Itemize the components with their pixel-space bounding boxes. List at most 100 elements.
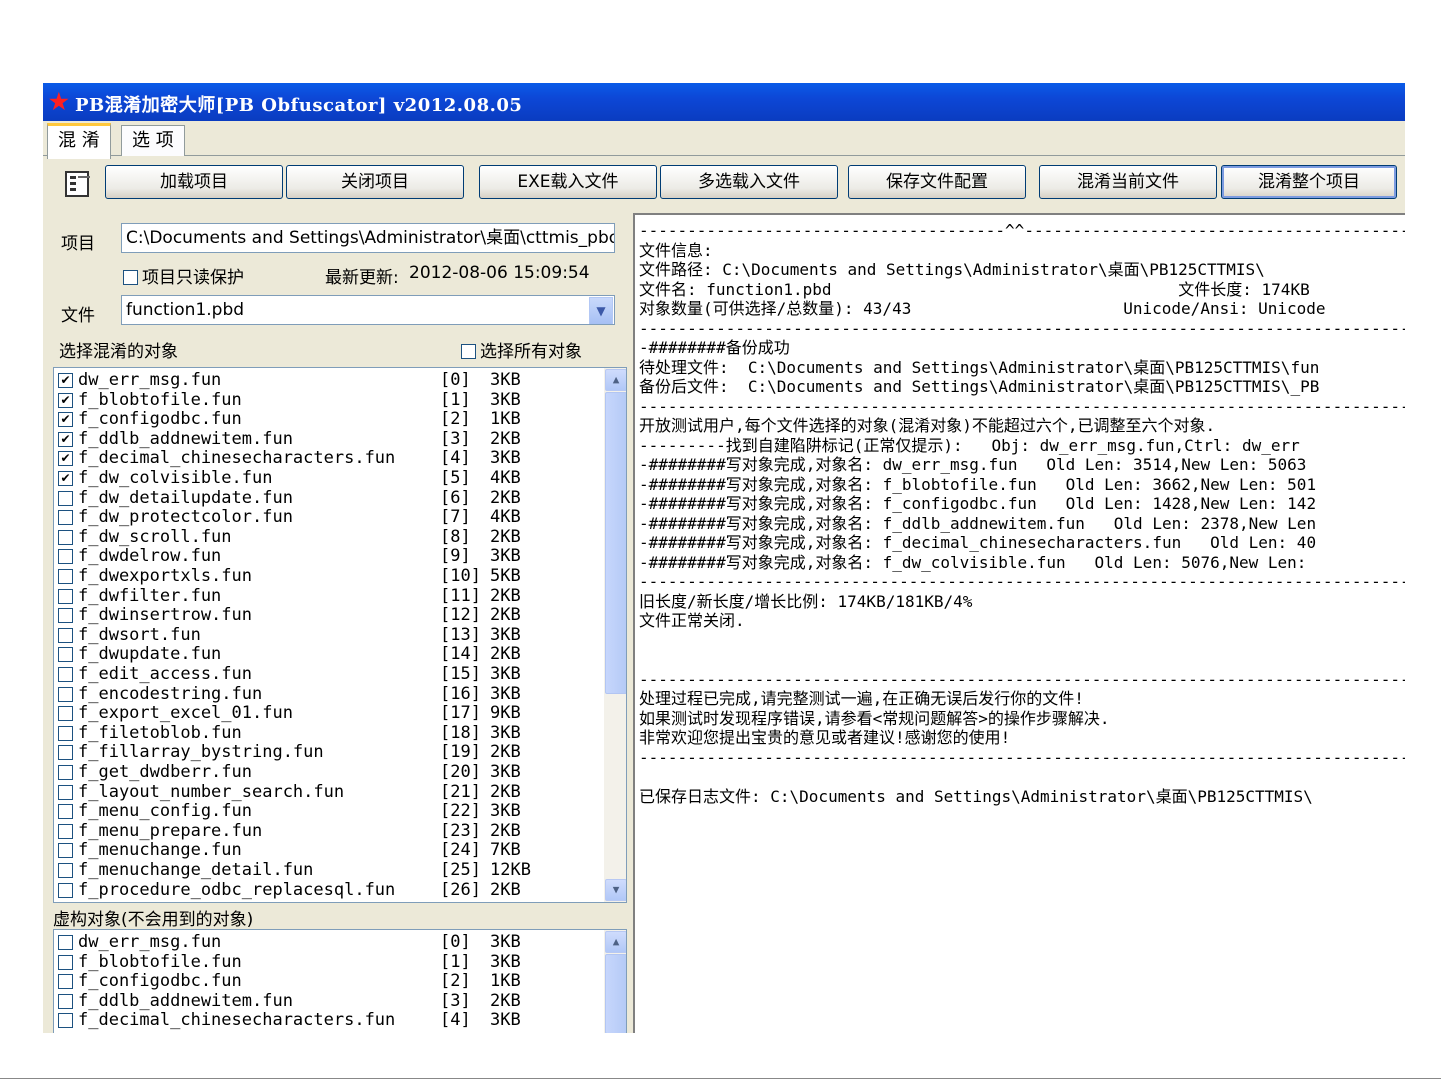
object-name: f_menu_prepare.fun (78, 820, 263, 841)
checkbox[interactable] (58, 569, 73, 584)
log-line: ----------------------------------------… (639, 396, 1405, 416)
tab-options[interactable]: 选 项 (121, 125, 185, 156)
checkbox[interactable] (58, 974, 73, 990)
object-size: 3KB (490, 624, 521, 645)
object-name: f_dw_detailupdate.fun (78, 487, 293, 508)
log-output[interactable]: --------------------------------------^^… (633, 213, 1405, 1033)
checkbox[interactable] (58, 784, 73, 800)
checkbox[interactable] (58, 993, 73, 1009)
readonly-protect-checkbox[interactable]: 项目只读保护 (123, 263, 244, 288)
checkbox[interactable]: ✔ (58, 451, 73, 467)
checkbox[interactable] (58, 804, 73, 820)
file-select[interactable]: function1.pbd ▼ (121, 295, 615, 325)
log-line: ----------------------------------------… (639, 669, 1405, 689)
object-name: f_menuchange.fun (78, 840, 242, 861)
left-panel: 项目 C:\Documents and Settings\Administrat… (51, 213, 627, 1033)
scroll-up-icon[interactable]: ▲ (605, 369, 626, 391)
file-label: 文件 (61, 306, 95, 326)
object-size: 3KB (490, 932, 521, 952)
checkbox[interactable] (58, 863, 73, 878)
object-size: 2KB (490, 820, 521, 841)
checkbox[interactable]: ✔ (58, 392, 73, 408)
select-all-label: 选择所有对象 (480, 342, 582, 362)
select-all-box[interactable] (461, 344, 476, 359)
checkbox[interactable]: ✔ (58, 373, 73, 388)
checkbox[interactable] (58, 823, 73, 839)
properties-icon[interactable] (63, 169, 95, 199)
object-index: [0] (440, 932, 471, 952)
exe-load-file-button[interactable]: EXE载入文件 (479, 165, 657, 199)
checkbox[interactable] (58, 1013, 73, 1029)
checkbox[interactable]: ✔ (58, 471, 73, 486)
scroll-up-icon[interactable]: ▲ (605, 931, 626, 953)
load-project-button[interactable]: 加载项目 (105, 165, 283, 199)
checkbox[interactable] (58, 627, 73, 643)
scroll-thumb[interactable] (605, 954, 626, 1033)
readonly-checkbox-box[interactable] (123, 270, 138, 285)
checkbox[interactable] (58, 706, 73, 722)
object-name: f_edit_access.fun (78, 664, 252, 684)
object-size: 3KB (490, 448, 521, 469)
checkbox[interactable] (58, 882, 73, 898)
save-file-config-button[interactable]: 保存文件配置 (848, 165, 1026, 199)
scroll-down-icon[interactable]: ▼ (605, 879, 626, 901)
log-line: 备份后文件: C:\Documents and Settings\Adminis… (639, 377, 1320, 396)
checkbox[interactable] (58, 588, 73, 604)
object-index: [16] (440, 683, 481, 704)
object-name: dw_err_msg.fun (78, 932, 222, 952)
object-index: [0] (440, 370, 471, 390)
checkbox[interactable] (58, 490, 73, 506)
select-all-checkbox[interactable]: 选择所有对象 (461, 337, 582, 362)
checkbox[interactable]: ✔ (58, 431, 73, 447)
select-objects-label: 选择混淆的对象 (59, 342, 178, 362)
log-line: 旧长度/新长度/增长比例: 174KB/181KB/4% (639, 591, 973, 611)
close-project-button[interactable]: 关闭项目 (286, 165, 464, 199)
checkbox[interactable]: ✔ (58, 412, 73, 428)
checkbox[interactable] (58, 935, 73, 950)
checkbox[interactable] (58, 843, 73, 859)
log-line: 待处理文件: C:\Documents and Settings\Adminis… (639, 357, 1320, 377)
scroll-thumb[interactable] (605, 392, 626, 694)
chevron-down-icon[interactable]: ▼ (589, 297, 613, 324)
virtual-list-scrollbar[interactable]: ▲ (604, 930, 626, 1033)
log-line: 文件路径: C:\Documents and Settings\Administ… (639, 260, 1265, 279)
object-size: 3KB (490, 389, 521, 410)
multi-load-files-button[interactable]: 多选载入文件 (660, 165, 838, 199)
obfuscate-current-file-button[interactable]: 混淆当前文件 (1039, 165, 1217, 199)
title-bar[interactable]: ★ PB混淆加密大师[PB Obfuscator] v2012.08.05 (43, 83, 1405, 121)
virtual-object-list[interactable]: ▲ dw_err_msg.fun [0] 3KB f_blobtofile.fun [1… (53, 929, 627, 1033)
object-size: 3KB (490, 683, 521, 704)
object-size: 2KB (490, 781, 521, 802)
object-name: f_dw_scroll.fun (78, 526, 232, 547)
log-line: --------------------------------------^^… (639, 221, 1405, 240)
checkbox[interactable] (58, 765, 73, 780)
checkbox[interactable] (58, 549, 73, 565)
object-name: f_dwsort.fun (78, 624, 201, 645)
object-name: f_blobtofile.fun (78, 951, 242, 972)
object-size: 2KB (490, 605, 521, 626)
app-window: ★ PB混淆加密大师[PB Obfuscator] v2012.08.05 混 … (43, 83, 1405, 1033)
checkbox[interactable] (58, 647, 73, 663)
log-line: 对象数量(可供选择/总数量): 43/43 Unicode/Ansi: Unic… (639, 299, 1326, 318)
object-size: 12KB (490, 860, 531, 880)
object-list[interactable]: ▲ ▼ ✔ dw_err_msg.fun [0] 3KB ✔ f_blobtofile.f… (53, 367, 627, 903)
checkbox[interactable] (58, 954, 73, 970)
tab-obfuscate[interactable]: 混 淆 (47, 123, 111, 159)
checkbox[interactable] (58, 529, 73, 545)
object-name: f_fillarray_bystring.fun (78, 742, 324, 763)
project-path-field[interactable]: C:\Documents and Settings\Administrator\… (121, 223, 615, 253)
checkbox[interactable] (58, 608, 73, 624)
checkbox[interactable] (58, 686, 73, 702)
obfuscate-project-button[interactable]: 混淆整个项目 (1221, 165, 1397, 199)
checkbox[interactable] (58, 745, 73, 761)
object-index: [18] (440, 722, 481, 743)
object-index: [25] (440, 860, 481, 880)
object-index: [15] (440, 664, 481, 684)
checkbox[interactable] (58, 725, 73, 741)
checkbox[interactable] (58, 667, 73, 682)
object-size: 4KB (490, 507, 521, 528)
object-list-scrollbar[interactable]: ▲ ▼ (604, 368, 626, 902)
checkbox[interactable] (58, 510, 73, 526)
object-size: 1KB (490, 971, 521, 992)
object-name: f_dwdelrow.fun (78, 546, 222, 567)
